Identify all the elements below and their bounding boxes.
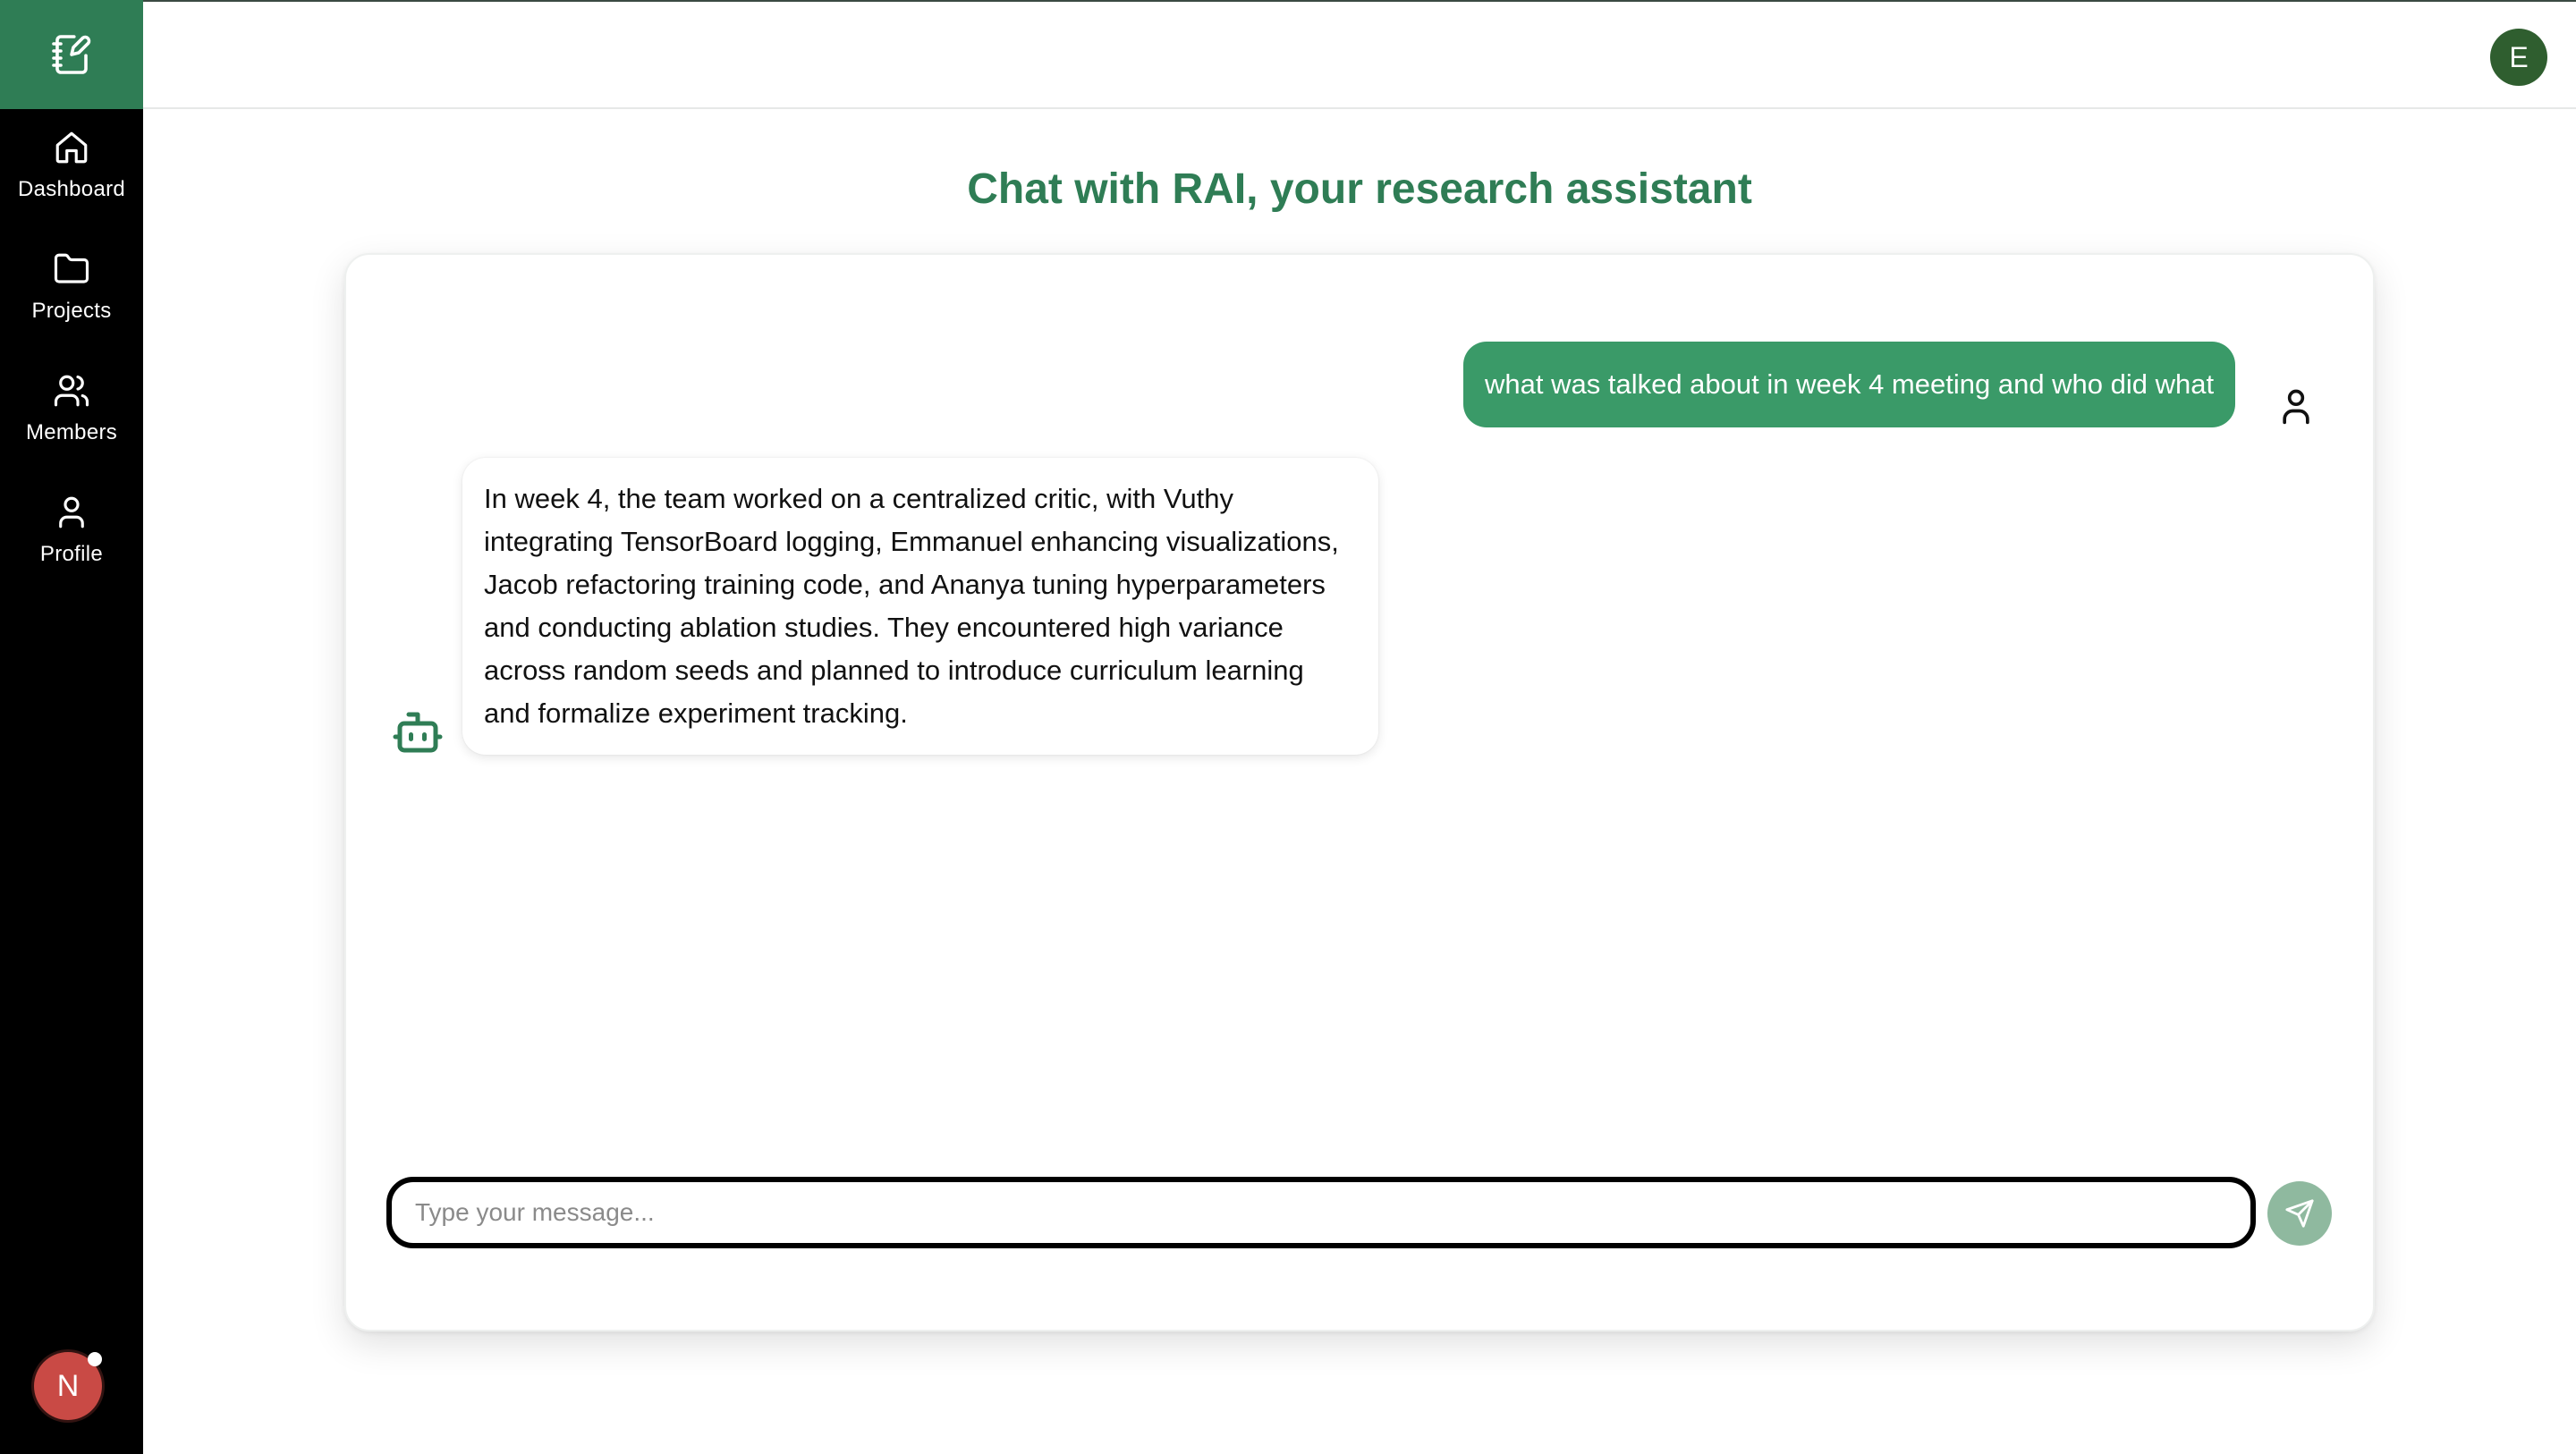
message-input[interactable] <box>386 1177 2256 1248</box>
sidebar-item-profile[interactable]: Profile <box>0 481 143 588</box>
sidebar-item-dashboard[interactable]: Dashboard <box>0 116 143 224</box>
sidebar-item-label: Members <box>25 420 118 444</box>
send-button[interactable] <box>2267 1181 2332 1246</box>
user-avatar[interactable]: E <box>2490 29 2547 86</box>
sidebar: Dashboard Projects Members Profile N <box>0 0 143 1454</box>
users-icon <box>54 375 89 407</box>
user-message-bubble: what was talked about in week 4 meeting … <box>1463 342 2236 427</box>
assistant-message-avatar <box>391 706 445 764</box>
workspace-avatar[interactable]: N <box>34 1352 102 1420</box>
avatar-initial: N <box>56 1368 80 1403</box>
sidebar-item-label: Projects <box>31 299 112 323</box>
app-logo[interactable] <box>0 0 143 109</box>
sidebar-item-members[interactable]: Members <box>0 359 143 467</box>
sidebar-item-label: Profile <box>39 542 104 566</box>
send-icon <box>2285 1199 2314 1228</box>
message-text: In week 4, the team worked on a centrali… <box>484 483 1339 729</box>
sidebar-item-projects[interactable]: Projects <box>0 238 143 345</box>
user-icon <box>2283 389 2309 425</box>
page-title: Chat with RAI, your research assistant <box>967 165 1752 213</box>
top-header: E <box>143 2 2576 109</box>
folder-icon <box>54 253 89 283</box>
chat-panel: what was talked about in week 4 meeting … <box>344 253 2375 1331</box>
home-icon <box>55 131 88 164</box>
avatar-initial: E <box>2509 40 2529 73</box>
notification-dot <box>88 1352 102 1366</box>
bot-icon <box>393 712 443 753</box>
notebook-pen-icon <box>52 35 91 74</box>
assistant-message-bubble: In week 4, the team worked on a centrali… <box>462 458 1378 755</box>
sidebar-item-label: Dashboard <box>17 177 126 201</box>
user-icon <box>59 496 84 528</box>
user-message-avatar <box>2276 385 2316 432</box>
message-text: what was talked about in week 4 meeting … <box>1485 368 2215 400</box>
